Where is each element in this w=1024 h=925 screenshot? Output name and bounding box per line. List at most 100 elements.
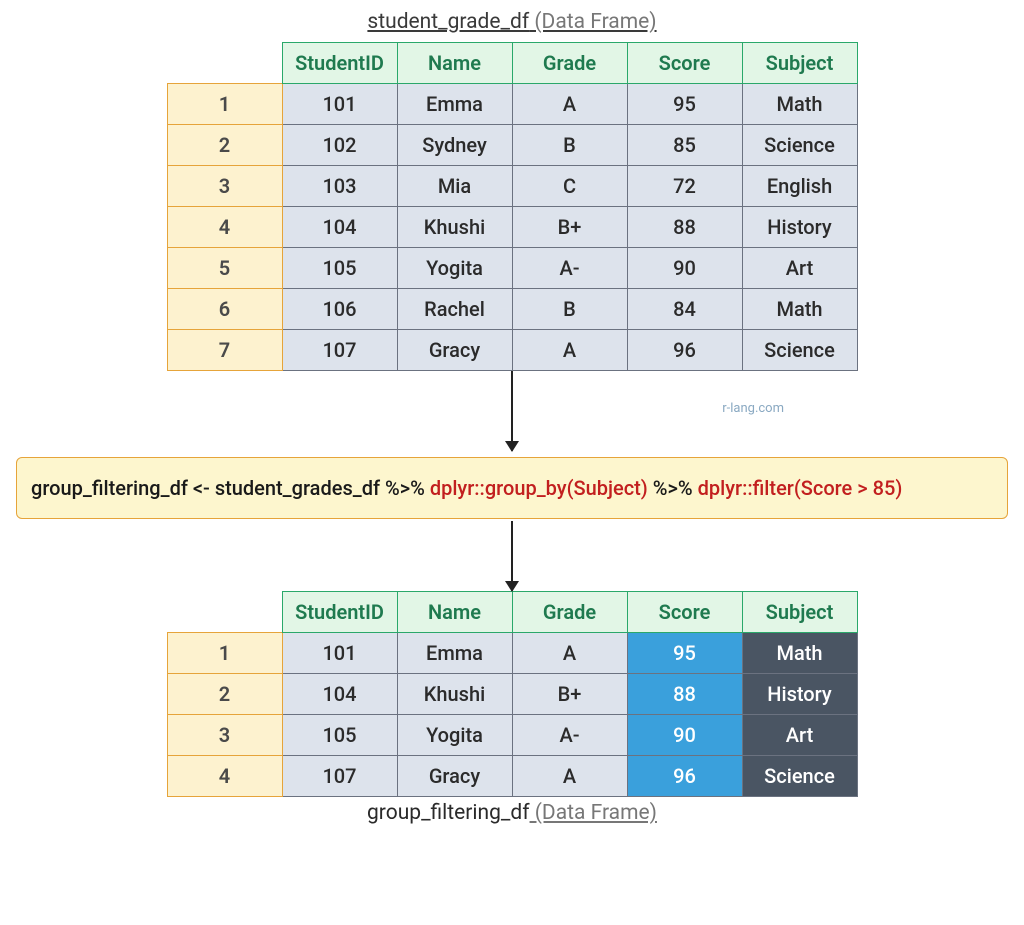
col-header: Score <box>627 592 742 633</box>
arrow-down-icon <box>511 371 513 451</box>
cell-score: 95 <box>627 633 742 674</box>
cell-subject: Math <box>742 633 857 674</box>
col-header: Score <box>627 43 742 84</box>
cell-name: Gracy <box>397 756 512 797</box>
bottom-title-df-name: group_filtering_df <box>367 801 530 825</box>
corner-cell <box>167 43 282 84</box>
cell-score: 96 <box>627 756 742 797</box>
cell-studentid: 105 <box>282 248 397 289</box>
table-row: 1101EmmaA95Math <box>167 633 857 674</box>
cell-score: 72 <box>627 166 742 207</box>
row-index: 1 <box>167 84 282 125</box>
row-index: 1 <box>167 633 282 674</box>
watermark: r-lang.com <box>722 401 784 416</box>
row-index: 5 <box>167 248 282 289</box>
code-box: group_filtering_df <- student_grades_df … <box>16 457 1008 519</box>
table-row: 5105YogitaA-90Art <box>167 248 857 289</box>
cell-score: 85 <box>627 125 742 166</box>
cell-name: Rachel <box>397 289 512 330</box>
cell-grade: B <box>512 125 627 166</box>
table-row: 4104KhushiB+88History <box>167 207 857 248</box>
cell-grade: A <box>512 633 627 674</box>
row-index: 3 <box>167 715 282 756</box>
cell-studentid: 101 <box>282 84 397 125</box>
cell-studentid: 106 <box>282 289 397 330</box>
cell-name: Sydney <box>397 125 512 166</box>
input-table-body: 1101EmmaA95Math2102SydneyB85Science3103M… <box>167 84 857 371</box>
cell-grade: C <box>512 166 627 207</box>
cell-grade: B <box>512 289 627 330</box>
code-pipe-1: %>% <box>385 476 425 500</box>
table-row: 6106RachelB84Math <box>167 289 857 330</box>
bottom-title-annot: (Data Frame) <box>530 801 657 825</box>
cell-subject: Math <box>742 289 857 330</box>
col-header: Subject <box>742 43 857 84</box>
cell-name: Emma <box>397 633 512 674</box>
row-index: 6 <box>167 289 282 330</box>
cell-score: 88 <box>627 207 742 248</box>
diagram-container: student_grade_df (Data Frame) StudentIDN… <box>0 10 1024 825</box>
col-header: Name <box>397 592 512 633</box>
row-index: 3 <box>167 166 282 207</box>
cell-name: Yogita <box>397 715 512 756</box>
output-table: StudentIDNameGradeScoreSubject 1101EmmaA… <box>167 591 858 797</box>
table-row: 4107GracyA96Science <box>167 756 857 797</box>
input-table: StudentIDNameGradeScoreSubject 1101Emma A… <box>167 42 858 371</box>
cell-subject: History <box>742 207 857 248</box>
cell-grade: B+ <box>512 207 627 248</box>
corner-cell <box>167 592 282 633</box>
cell-name: Gracy <box>397 330 512 371</box>
row-index: 2 <box>167 674 282 715</box>
cell-score: 88 <box>627 674 742 715</box>
cell-grade: A- <box>512 715 627 756</box>
code-filter: dplyr::filter(Score > 85) <box>693 476 903 500</box>
col-header: Subject <box>742 592 857 633</box>
arrow-down-icon <box>511 521 513 591</box>
cell-studentid: 107 <box>282 330 397 371</box>
col-header: StudentID <box>282 43 397 84</box>
output-table-head: StudentIDNameGradeScoreSubject <box>167 592 857 633</box>
table-row: 1101EmmaA95Math <box>167 84 857 125</box>
arrow-block-2 <box>0 521 1024 591</box>
row-index: 4 <box>167 756 282 797</box>
code-pipe-2: %>% <box>653 476 693 500</box>
cell-studentid: 101 <box>282 633 397 674</box>
bottom-title: group_filtering_df (Data Frame) <box>367 801 657 825</box>
cell-subject: Math <box>742 84 857 125</box>
cell-score: 96 <box>627 330 742 371</box>
cell-studentid: 104 <box>282 207 397 248</box>
table-row: 3103MiaC72English <box>167 166 857 207</box>
cell-studentid: 102 <box>282 125 397 166</box>
output-table-body: 1101EmmaA95Math2104KhushiB+88History3105… <box>167 633 857 797</box>
row-index: 7 <box>167 330 282 371</box>
cell-name: Yogita <box>397 248 512 289</box>
cell-subject: English <box>742 166 857 207</box>
top-title-annot: (Data Frame) <box>529 10 656 34</box>
cell-subject: Science <box>742 125 857 166</box>
col-header: Name <box>397 43 512 84</box>
cell-studentid: 107 <box>282 756 397 797</box>
top-title: student_grade_df (Data Frame) <box>367 10 656 34</box>
col-header: StudentID <box>282 592 397 633</box>
row-index: 4 <box>167 207 282 248</box>
cell-name: Mia <box>397 166 512 207</box>
table-row: 3105YogitaA-90Art <box>167 715 857 756</box>
input-table-head: StudentIDNameGradeScoreSubject <box>167 43 857 84</box>
top-title-df-name: student_grade_df <box>367 10 529 34</box>
table-row: 7107GracyA96Science <box>167 330 857 371</box>
cell-subject: History <box>742 674 857 715</box>
cell-subject: Science <box>742 330 857 371</box>
code-groupby: dplyr::group_by(Subject) <box>425 476 653 500</box>
arrow-block-1: r-lang.com <box>0 371 1024 451</box>
cell-grade: B+ <box>512 674 627 715</box>
row-index: 2 <box>167 125 282 166</box>
cell-studentid: 104 <box>282 674 397 715</box>
input-table-wrap: StudentIDNameGradeScoreSubject 1101Emma A… <box>167 42 858 371</box>
cell-grade: A- <box>512 248 627 289</box>
cell-subject: Art <box>742 248 857 289</box>
cell-grade: A <box>512 756 627 797</box>
cell-score: 84 <box>627 289 742 330</box>
cell-subject: Art <box>742 715 857 756</box>
cell-name: Emma <box>397 84 512 125</box>
cell-score: 90 <box>627 248 742 289</box>
